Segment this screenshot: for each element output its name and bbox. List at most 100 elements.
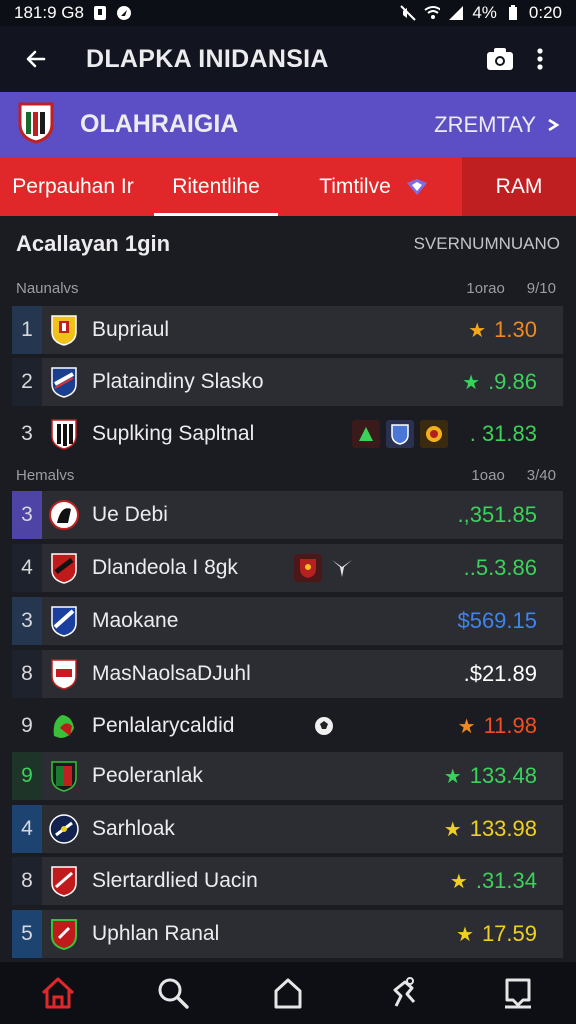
nav-house[interactable]	[263, 968, 313, 1018]
league-link[interactable]: ZREMTAY	[434, 112, 560, 138]
row-rank: 8	[12, 650, 42, 698]
star-icon: ★	[468, 319, 487, 342]
value-text: 11.98	[483, 713, 537, 738]
league-crest-icon	[16, 100, 56, 149]
row-badges	[293, 554, 356, 582]
team-name: Plataindiny Slasko	[92, 370, 264, 393]
nav-home[interactable]	[33, 968, 83, 1018]
back-button[interactable]	[16, 39, 56, 79]
tab-ram[interactable]: RAM	[462, 157, 576, 216]
house-icon	[274, 978, 302, 1009]
star-icon: ★	[443, 765, 462, 788]
star-icon: ★	[449, 870, 468, 893]
group-label: Naunalvs	[16, 279, 79, 297]
notification-icon	[92, 5, 108, 21]
value-text: . 31.83	[469, 421, 537, 446]
row-value: ★ 11.98	[458, 713, 537, 739]
row-rank: 2	[12, 358, 42, 406]
home-icon	[41, 977, 74, 1009]
table-row[interactable]: 5 Uphlan Ranal ★ 17.59	[12, 910, 563, 958]
value-text: ..5.3.86	[463, 555, 537, 580]
club-crest-icon	[48, 865, 80, 897]
bird-icon	[328, 554, 356, 582]
row-rank: 3	[12, 597, 42, 645]
row-rank: 4	[12, 805, 42, 853]
star-icon: ★	[443, 818, 462, 841]
nav-search[interactable]	[148, 968, 198, 1018]
nav-profile[interactable]	[493, 968, 543, 1018]
row-rank: 9	[12, 752, 42, 800]
badge-icon	[406, 178, 427, 195]
inbox-icon	[505, 978, 532, 1009]
group-col1: 1oao	[471, 466, 505, 484]
nav-stats[interactable]	[378, 968, 428, 1018]
table-row[interactable]: 9 Penlalarycaldid ★ 11.98	[12, 702, 563, 750]
team-name: Suplking Sapltnal	[92, 422, 255, 445]
league-name: OLAHRAIGIA	[80, 110, 239, 138]
club-crest-icon	[48, 658, 80, 690]
group-col2: 9/10	[526, 279, 556, 297]
row-value: . 31.83	[470, 421, 537, 447]
club-crest-icon	[48, 499, 80, 531]
table-row[interactable]: 3 Suplking Sapltnal . 31.83	[12, 410, 563, 458]
team-name: Sarhloak	[92, 817, 175, 840]
row-value: ★ 17.59	[456, 921, 537, 947]
tab-label: RAM	[495, 174, 543, 198]
camera-icon	[487, 48, 513, 70]
arrow-left-icon	[26, 50, 46, 68]
camera-button[interactable]	[480, 39, 520, 79]
table-row[interactable]: 9 Peoleranlak ★ 133.48	[12, 752, 563, 800]
row-value: ★ 1.30	[468, 317, 537, 343]
club-crest-icon	[48, 710, 80, 742]
tab-label: Ritentlihe	[172, 174, 260, 198]
tab-label: Timtilve	[319, 174, 391, 198]
table-row[interactable]: 4 Sarhloak ★ 133.98	[12, 805, 563, 853]
bottom-nav	[0, 962, 576, 1024]
row-value: .,351.85	[457, 502, 537, 528]
group-col2: 3/40	[526, 466, 556, 484]
row-value: $569.15	[457, 608, 537, 634]
status-time-right: 0:20	[528, 3, 562, 22]
table-row[interactable]: 3 Maokane $569.15	[12, 597, 563, 645]
ball-icon	[310, 712, 338, 740]
club-crest-icon	[48, 760, 80, 792]
app-bar: DLAPKA INIDANSIA	[0, 26, 576, 92]
chevron-right-icon	[548, 118, 560, 131]
team-name: Maokane	[92, 609, 179, 632]
table-row[interactable]: 8 Slertardlied Uacin ★ .31.34	[12, 857, 563, 905]
value-text: 17.59	[481, 921, 537, 946]
search-icon	[158, 978, 189, 1009]
section-title: Acallayan 1gin	[16, 231, 171, 256]
shield-icon	[293, 554, 322, 582]
row-rank: 9	[21, 714, 33, 737]
more-options-button[interactable]	[520, 39, 560, 79]
group-col1: 1orao	[466, 279, 505, 297]
tab-perpauhan[interactable]: Perpauhan Ir	[0, 157, 146, 216]
value-text: $569.15	[457, 608, 537, 633]
group-header: Naunalvs 1orao 9/10	[0, 274, 576, 302]
value-text: 133.48	[469, 763, 537, 788]
table-row[interactable]: 8 MasNaolsaDJuhl .$21.89	[12, 650, 563, 698]
club-crest-icon	[48, 918, 80, 950]
league-link-label: ZREMTAY	[434, 111, 536, 137]
value-text: .31.34	[475, 868, 537, 893]
table-row[interactable]: 4 Dlandeola I 8gk ..5.3.86	[12, 544, 563, 592]
team-name: Slertardlied Uacin	[92, 869, 258, 892]
star-icon: ★	[462, 371, 481, 394]
table-row[interactable]: 2 Plataindiny Slasko ★ .9.86	[12, 358, 563, 406]
table-row[interactable]: 1 Bupriaul ★ 1.30	[12, 306, 563, 354]
league-header[interactable]: OLAHRAIGIA ZREMTAY	[0, 92, 576, 157]
tab-bar: Perpauhan Ir Ritentlihe Timtilve RAM	[0, 157, 576, 216]
group-label: Hemalvs	[16, 466, 75, 484]
page-title: DLAPKA INIDANSIA	[86, 44, 329, 73]
tab-timtilve[interactable]: Timtilve	[286, 157, 462, 216]
tab-ritentlihe[interactable]: Ritentlihe	[146, 157, 286, 216]
table-row[interactable]: 3 Ue Debi .,351.85	[12, 491, 563, 539]
lion-icon	[419, 420, 448, 448]
club-crest-icon	[48, 605, 80, 637]
wifi-icon	[424, 5, 441, 21]
row-rank: 3	[21, 422, 33, 445]
team-name: Penlalarycaldid	[92, 714, 235, 737]
row-value: ..5.3.86	[464, 555, 537, 581]
row-rank: 4	[12, 544, 42, 592]
